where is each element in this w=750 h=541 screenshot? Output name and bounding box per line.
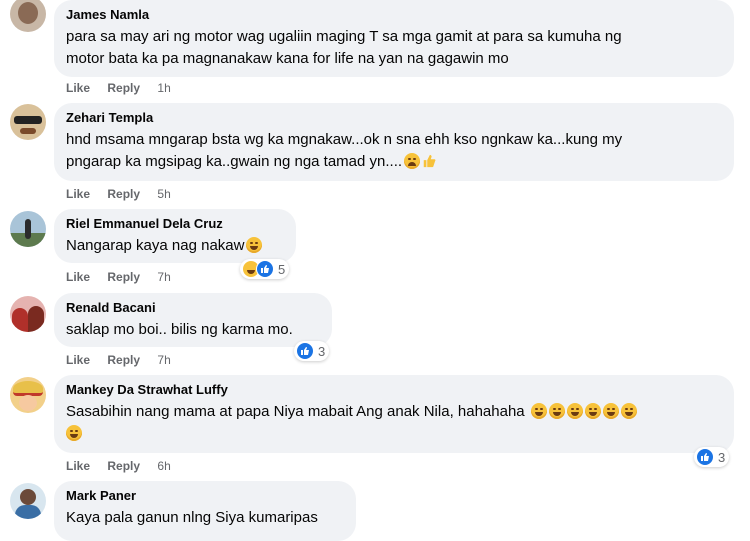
- comment-bubble: Mankey Da Strawhat Luffy Sasabihin nang …: [54, 375, 734, 453]
- reply-button[interactable]: Reply: [107, 353, 140, 367]
- comment-author[interactable]: Renald Bacani: [66, 300, 320, 316]
- comment-timestamp[interactable]: 7h: [157, 270, 170, 284]
- reply-button[interactable]: Reply: [107, 187, 140, 201]
- comment-bubble: James Namla para sa may ari ng motor wag…: [54, 0, 734, 77]
- like-button[interactable]: Like: [66, 270, 90, 284]
- avatar[interactable]: [10, 104, 46, 140]
- reaction-summary[interactable]: 5: [240, 259, 290, 279]
- comment-author[interactable]: Mark Paner: [66, 488, 344, 504]
- comment-bubble: Riel Emmanuel Dela Cruz Nangarap kaya na…: [54, 209, 296, 263]
- comment-text-line: Kaya pala ganun nlng Siya kumaripas: [66, 509, 318, 526]
- reply-button[interactable]: Reply: [107, 270, 140, 284]
- comment-timestamp[interactable]: 6h: [157, 459, 170, 473]
- reaction-summary[interactable]: 3: [294, 341, 330, 361]
- comment-timestamp[interactable]: 1h: [157, 81, 170, 95]
- reply-button[interactable]: Reply: [107, 459, 140, 473]
- comment-timestamp[interactable]: 5h: [157, 187, 170, 201]
- comment-text-line: hnd msama mngarap bsta wg ka mgnakaw...o…: [66, 131, 623, 148]
- comment-actions: Like Reply 6h: [66, 458, 171, 474]
- reaction-count: 3: [718, 449, 726, 465]
- like-button[interactable]: Like: [66, 459, 90, 473]
- grinning-sweat-emoji-icon: [246, 237, 263, 253]
- comment-timestamp[interactable]: 7h: [157, 353, 170, 367]
- worried-face-emoji-icon: [404, 153, 421, 169]
- like-reaction-icon: [296, 342, 314, 360]
- reaction-count: 5: [278, 261, 286, 277]
- comment-author[interactable]: Mankey Da Strawhat Luffy: [66, 382, 722, 398]
- like-reaction-icon: [256, 260, 274, 278]
- reaction-summary[interactable]: 3: [694, 447, 730, 467]
- comment-actions: Like Reply 5h: [66, 186, 171, 202]
- avatar[interactable]: [10, 377, 46, 413]
- comment-text-line: motor bata ka pa magnanakaw kana for lif…: [66, 50, 509, 67]
- rofl-emoji-icon: [584, 403, 601, 419]
- avatar[interactable]: [10, 296, 46, 332]
- like-button[interactable]: Like: [66, 187, 90, 201]
- comment-actions: Like Reply 7h: [66, 269, 171, 285]
- joy-emoji-icon: [566, 403, 583, 419]
- comment-text-line: [66, 423, 722, 445]
- avatar[interactable]: [10, 211, 46, 247]
- avatar[interactable]: [10, 483, 46, 519]
- comment-text-line: para sa may ari ng motor wag ugaliin mag…: [66, 28, 622, 45]
- like-reaction-icon: [696, 448, 714, 466]
- comment-author[interactable]: Zehari Templa: [66, 110, 722, 126]
- comment-text-line: saklap mo boi.. bilis ng karma mo.: [66, 321, 293, 338]
- comment-bubble: Zehari Templa hnd msama mngarap bsta wg …: [54, 103, 734, 181]
- like-button[interactable]: Like: [66, 81, 90, 95]
- avatar[interactable]: [10, 0, 46, 32]
- joy-emoji-icon: [66, 425, 82, 441]
- comment-actions: Like Reply 1h: [66, 80, 171, 96]
- joy-emoji-icon: [602, 403, 619, 419]
- comment-text-line: pngarap ka mgsipag ka..gwain ng nga tama…: [66, 151, 722, 173]
- comment-author[interactable]: Riel Emmanuel Dela Cruz: [66, 216, 284, 232]
- comment-text-line: Sasabihin nang mama at papa Niya mabait …: [66, 401, 722, 423]
- thumbs-up-emoji-icon: [423, 154, 436, 168]
- comment-text-line: Nangarap kaya nag nakaw: [66, 235, 284, 257]
- reply-button[interactable]: Reply: [107, 81, 140, 95]
- rofl-emoji-icon: [620, 403, 637, 419]
- comment-actions: Like Reply 7h: [66, 352, 171, 368]
- comment-bubble: Mark Paner Kaya pala ganun nlng Siya kum…: [54, 481, 356, 541]
- like-button[interactable]: Like: [66, 353, 90, 367]
- rofl-emoji-icon: [548, 403, 565, 419]
- comment-bubble: Renald Bacani saklap mo boi.. bilis ng k…: [54, 293, 332, 347]
- joy-emoji-icon: [530, 403, 547, 419]
- reaction-count: 3: [318, 343, 326, 359]
- comment-author[interactable]: James Namla: [66, 7, 722, 23]
